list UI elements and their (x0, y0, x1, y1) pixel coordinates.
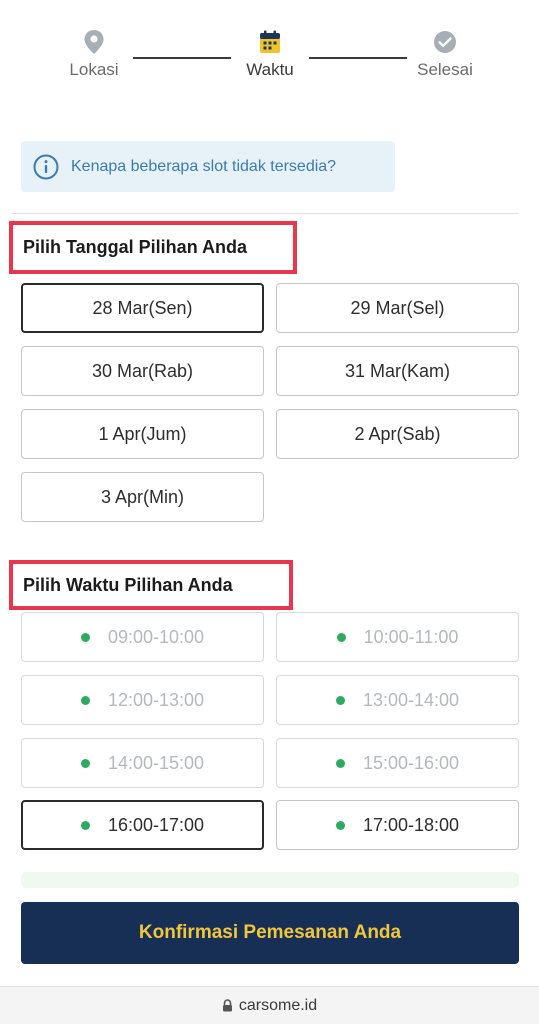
availability-dot (80, 758, 90, 768)
availability-dot (335, 695, 345, 705)
availability-dot (80, 695, 90, 705)
step-label: Waktu (246, 60, 294, 79)
time-slot-label: 17:00-18:00 (362, 814, 460, 835)
date-option[interactable]: 2 Apr(Sab) (276, 409, 519, 459)
time-slot-label: 15:00-16:00 (362, 752, 460, 773)
step-label: Selesai (417, 60, 473, 79)
time-slot-label: 13:00-14:00 (362, 689, 460, 710)
availability-dot (336, 632, 346, 642)
time-slot-label: 10:00-11:00 (363, 626, 459, 647)
info-icon (33, 154, 59, 180)
location-pin-icon (39, 28, 149, 56)
availability-dot (335, 820, 345, 830)
step-waktu: Waktu (215, 28, 325, 80)
step-lokasi: Lokasi (39, 28, 149, 80)
time-slot[interactable]: 17:00-18:00 (276, 800, 519, 850)
date-option[interactable]: 28 Mar(Sen) (21, 283, 264, 333)
time-slot[interactable]: 10:00-11:00 (276, 612, 519, 662)
step-selesai: Selesai (390, 28, 500, 80)
time-section-title: Pilih Waktu Pilihan Anda (9, 560, 293, 610)
date-section-title: Pilih Tanggal Pilihan Anda (9, 221, 297, 274)
confirm-booking-button[interactable]: Konfirmasi Pemesanan Anda (21, 902, 519, 964)
date-option[interactable]: 31 Mar(Kam) (276, 346, 519, 396)
time-slot-label: 16:00-17:00 (107, 814, 205, 835)
availability-dot (80, 820, 90, 830)
lock-icon (222, 999, 233, 1012)
notice-strip (21, 872, 519, 888)
time-slot[interactable]: 15:00-16:00 (276, 738, 519, 788)
date-option[interactable]: 3 Apr(Min) (21, 472, 264, 522)
step-label: Lokasi (69, 60, 119, 79)
browser-url-bar[interactable]: carsome.id (0, 986, 539, 1024)
info-text: Kenapa beberapa slot tidak tersedia? (71, 157, 337, 175)
time-slot[interactable]: 09:00-10:00 (21, 612, 264, 662)
time-slot-label: 14:00-15:00 (107, 752, 205, 773)
progress-stepper: Lokasi Waktu Selesai (0, 0, 539, 110)
time-slot[interactable]: 13:00-14:00 (276, 675, 519, 725)
date-option[interactable]: 30 Mar(Rab) (21, 346, 264, 396)
availability-dot (80, 632, 90, 642)
calendar-icon (215, 28, 325, 56)
unavailable-slots-info-link[interactable]: Kenapa beberapa slot tidak tersedia? (21, 141, 395, 192)
date-option[interactable]: 29 Mar(Sel) (276, 283, 519, 333)
check-circle-icon (390, 28, 500, 56)
time-slot[interactable]: 14:00-15:00 (21, 738, 264, 788)
time-slot-label: 09:00-10:00 (107, 626, 205, 647)
time-slot[interactable]: 12:00-13:00 (21, 675, 264, 725)
date-option[interactable]: 1 Apr(Jum) (21, 409, 264, 459)
url-text: carsome.id (238, 996, 318, 1014)
availability-dot (335, 758, 345, 768)
divider (12, 213, 519, 214)
time-slot[interactable]: 16:00-17:00 (21, 800, 264, 850)
time-slot-label: 12:00-13:00 (107, 689, 205, 710)
